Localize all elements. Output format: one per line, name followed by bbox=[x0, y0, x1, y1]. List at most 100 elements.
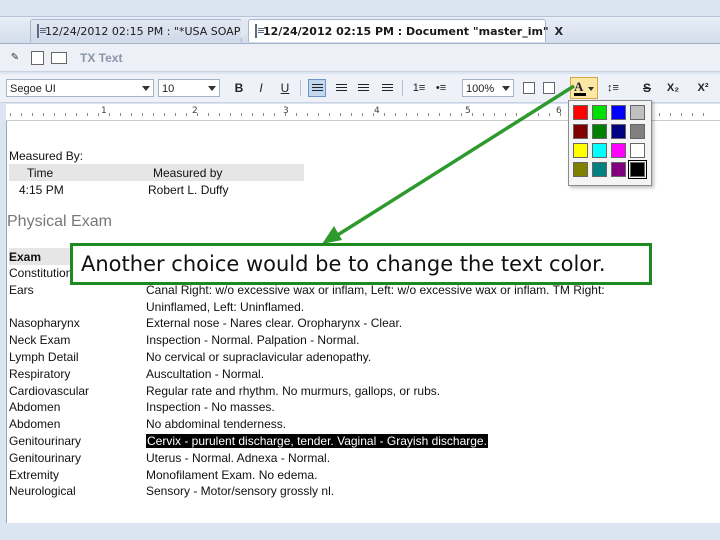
ruler-tick bbox=[307, 113, 308, 116]
exam-detail-cell: Monofilament Exam. No edema. bbox=[146, 467, 318, 482]
italic-button[interactable]: I bbox=[252, 79, 270, 97]
font-family-select[interactable]: Segoe UI bbox=[6, 79, 154, 97]
ruler-tick bbox=[670, 113, 671, 116]
color-swatch[interactable] bbox=[630, 105, 645, 120]
ruler-tick bbox=[362, 113, 363, 116]
color-swatch[interactable] bbox=[573, 105, 588, 120]
zoom-value: 100% bbox=[466, 83, 495, 95]
measure-person-cell: Robert L. Duffy bbox=[148, 183, 229, 197]
color-swatch[interactable] bbox=[628, 160, 647, 179]
align-left-button[interactable] bbox=[308, 79, 326, 97]
justify-button[interactable] bbox=[378, 79, 396, 97]
font-color-button[interactable]: A bbox=[570, 77, 598, 99]
page-icon[interactable] bbox=[28, 49, 46, 67]
separator bbox=[300, 80, 301, 96]
color-swatch[interactable] bbox=[630, 143, 645, 158]
ruler-tick bbox=[659, 113, 660, 116]
document-icon bbox=[255, 24, 264, 38]
exam-detail-cell: Auscultation - Normal. bbox=[146, 366, 265, 381]
ruler-tick bbox=[164, 113, 165, 116]
image-icon[interactable] bbox=[50, 49, 68, 67]
table-icon[interactable] bbox=[520, 79, 538, 97]
strikethrough-button[interactable]: S bbox=[638, 79, 656, 97]
subscript-button[interactable]: X₂ bbox=[664, 79, 682, 97]
underline-button[interactable]: U bbox=[276, 79, 294, 97]
zoom-select[interactable]: 100% bbox=[462, 79, 514, 97]
ruler-tick bbox=[417, 113, 418, 116]
pencil-icon[interactable]: ✎ bbox=[6, 49, 24, 67]
exam-name-cell: Neck Exam bbox=[9, 333, 71, 348]
color-swatch[interactable] bbox=[573, 143, 588, 158]
exam-name-cell: Ears bbox=[9, 282, 34, 297]
ruler-tick bbox=[98, 113, 99, 116]
color-swatch[interactable] bbox=[592, 105, 607, 120]
ruler-tick bbox=[538, 113, 539, 116]
ruler-tick bbox=[285, 113, 286, 116]
ruler-tick bbox=[65, 113, 66, 116]
ruler-tick bbox=[197, 113, 198, 116]
exam-name-cell: Abdomen bbox=[9, 400, 61, 415]
exam-header: Exam bbox=[9, 250, 42, 264]
color-swatch[interactable] bbox=[611, 162, 626, 177]
exam-detail-cell: Sensory - Motor/sensory grossly nl. bbox=[146, 484, 335, 499]
tab-label: 12/24/2012 02:15 PM : Document "master_i… bbox=[263, 24, 549, 38]
bullet-list-icon[interactable]: •≡ bbox=[432, 79, 450, 97]
ruler-tick bbox=[87, 113, 88, 116]
tx-text-label: TX Text bbox=[80, 50, 123, 65]
color-swatch[interactable] bbox=[592, 124, 607, 139]
ruler-tick bbox=[21, 113, 22, 116]
align-center-button[interactable] bbox=[332, 79, 350, 97]
ruler-tick bbox=[241, 113, 242, 116]
ruler-tick bbox=[384, 113, 385, 116]
align-right-button[interactable] bbox=[354, 79, 372, 97]
ruler-tick bbox=[439, 113, 440, 116]
ruler-tick bbox=[681, 113, 682, 116]
ruler-tick bbox=[109, 113, 110, 116]
main-toolbar: ✎ TX Text bbox=[0, 44, 720, 72]
ruler-tick bbox=[274, 113, 275, 116]
exam-name-cell: Respiratory bbox=[9, 366, 71, 381]
numbered-list-icon[interactable]: 1≡ bbox=[410, 79, 428, 97]
ruler-tick bbox=[142, 113, 143, 116]
bold-button[interactable]: B bbox=[230, 79, 248, 97]
color-swatch[interactable] bbox=[611, 105, 626, 120]
ruler-mark: 1 bbox=[101, 106, 107, 116]
ruler-tick bbox=[186, 113, 187, 116]
font-size-select[interactable]: 10 bbox=[158, 79, 220, 97]
ruler-tick bbox=[252, 113, 253, 116]
color-swatch[interactable] bbox=[630, 124, 645, 139]
color-swatch[interactable] bbox=[573, 124, 588, 139]
ruler-tick bbox=[549, 113, 550, 116]
ruler-tick bbox=[351, 113, 352, 116]
frame-icon[interactable] bbox=[540, 79, 558, 97]
color-swatch[interactable] bbox=[611, 124, 626, 139]
exam-detail-cell: Inspection - No masses. bbox=[146, 400, 275, 415]
exam-detail-cell: No cervical or supraclavicular adenopath… bbox=[146, 350, 372, 364]
ruler-tick bbox=[516, 113, 517, 116]
ruler-tick bbox=[175, 113, 176, 116]
font-color-palette bbox=[568, 100, 652, 186]
annotation-callout: Another choice would be to change the te… bbox=[70, 243, 652, 285]
col-measured-by-header: Measured by bbox=[153, 166, 223, 180]
ruler-tick bbox=[560, 113, 561, 116]
ruler-tick bbox=[76, 113, 77, 116]
tab-usa-soap[interactable]: 12/24/2012 02:15 PM : "*USA SOAP" bbox=[30, 19, 255, 42]
tab-master-im[interactable]: 12/24/2012 02:15 PM : Document "master_i… bbox=[248, 19, 563, 42]
line-spacing-icon[interactable]: ↕≡ bbox=[604, 79, 622, 97]
measure-time-cell: 4:15 PM bbox=[19, 183, 64, 197]
exam-name-cell: Genitourinary bbox=[9, 450, 82, 465]
ruler-tick bbox=[395, 113, 396, 116]
separator bbox=[402, 80, 403, 96]
close-tab-button[interactable]: X bbox=[555, 25, 563, 38]
color-swatch[interactable] bbox=[573, 162, 588, 177]
ruler-mark: 5 bbox=[465, 106, 471, 116]
section-title: Physical Exam bbox=[7, 213, 112, 230]
selected-text: Cervix - purulent discharge, tender. Vag… bbox=[146, 434, 488, 448]
color-swatch[interactable] bbox=[592, 143, 607, 158]
font-family-value: Segoe UI bbox=[10, 83, 56, 95]
exam-detail-cell: External nose - Nares clear. Oropharynx … bbox=[146, 316, 403, 331]
color-swatch[interactable] bbox=[611, 143, 626, 158]
ruler-tick bbox=[208, 113, 209, 116]
color-swatch[interactable] bbox=[592, 162, 607, 177]
superscript-button[interactable]: X² bbox=[694, 79, 712, 97]
